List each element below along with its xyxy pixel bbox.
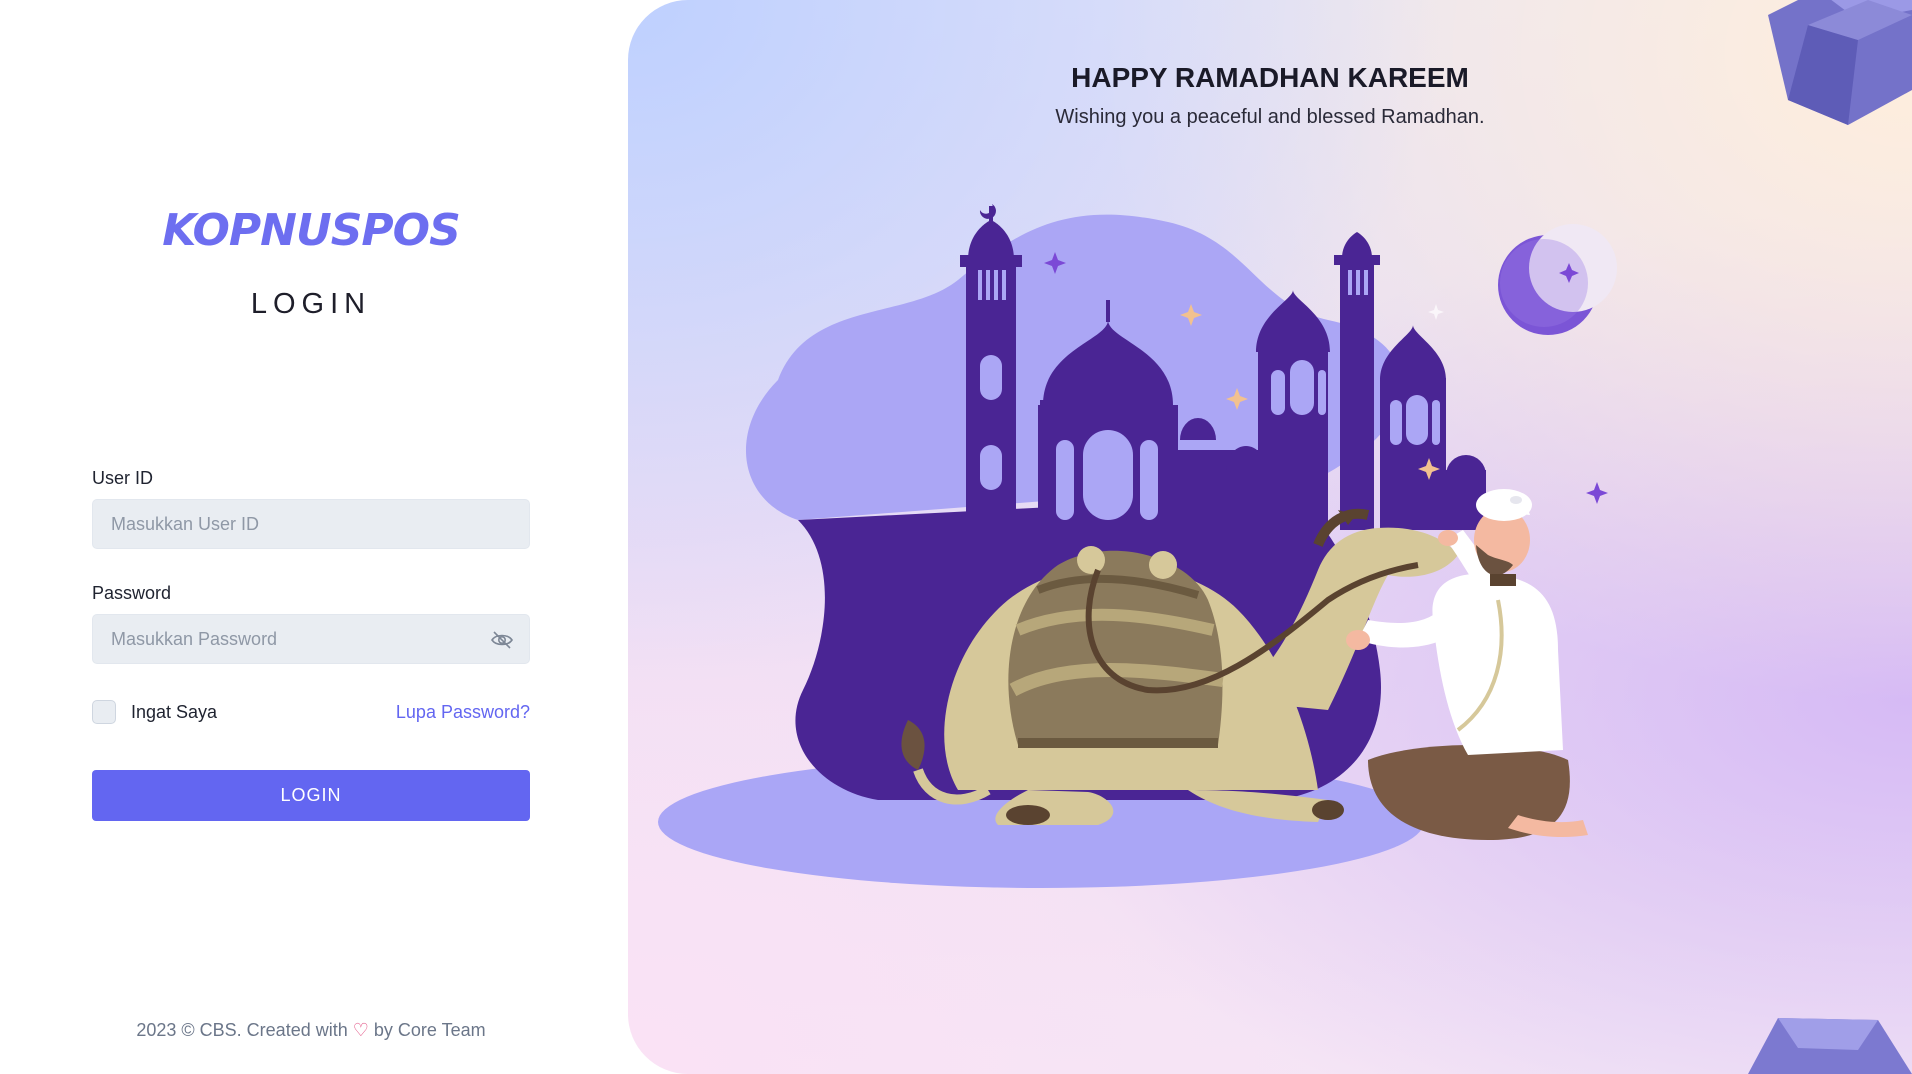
- banner-panel: HAPPY RAMADHAN KAREEM Wishing you a peac…: [628, 0, 1912, 1074]
- cube-decoration-top: [1768, 0, 1912, 125]
- brand-logo: KOPNUSPOS: [162, 205, 461, 256]
- password-label: Password: [92, 583, 172, 603]
- forgot-password-link[interactable]: Lupa Password?: [396, 700, 530, 724]
- footer-suffix: by Core Team: [373, 1020, 486, 1040]
- page-title: LOGIN: [250, 288, 372, 320]
- remember-me-checkbox[interactable]: [92, 700, 116, 724]
- footer: 2023 © CBS. Created with ♡ by Core Team: [0, 1020, 622, 1041]
- user-id-label: User ID: [92, 468, 154, 488]
- user-id-input[interactable]: [92, 499, 530, 549]
- password-input[interactable]: [92, 614, 530, 664]
- footer-prefix: 2023 © CBS. Created with: [136, 1020, 348, 1040]
- login-button[interactable]: LOGIN: [92, 770, 530, 821]
- eye-slash-icon[interactable]: [490, 630, 514, 650]
- login-page: KOPNUSPOS LOGIN User ID Password Ingat S…: [0, 0, 1912, 1074]
- remember-me-label: Ingat Saya: [131, 702, 218, 722]
- crescent-moon-icon: [1498, 224, 1617, 335]
- heart-icon: ♡: [352, 1020, 369, 1040]
- cube-decoration-bottom: [1748, 1018, 1912, 1074]
- ramadhan-illustration: [658, 0, 1912, 1074]
- login-panel: KOPNUSPOS LOGIN User ID Password Ingat S…: [0, 0, 628, 1074]
